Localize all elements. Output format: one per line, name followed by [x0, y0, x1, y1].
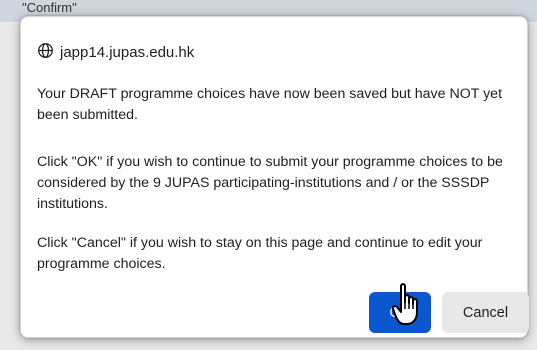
dialog-origin-text: japp14.jupas.edu.hk — [60, 44, 195, 61]
dialog-message-1: Your DRAFT programme choices have now be… — [37, 86, 503, 123]
globe-icon — [37, 42, 60, 63]
dialog-message-3: Click "Cancel" if you wish to stay on th… — [37, 235, 483, 272]
backdrop-text: "Confirm" — [22, 0, 77, 15]
hand-pointer-icon — [392, 283, 418, 325]
cancel-button[interactable]: Cancel — [442, 292, 529, 333]
confirm-dialog: japp14.jupas.edu.hk Your DRAFT programme… — [20, 16, 529, 338]
dialog-message-2: Click "OK" if you wish to continue to su… — [37, 154, 503, 212]
dialog-origin: japp14.jupas.edu.hk — [37, 42, 194, 63]
